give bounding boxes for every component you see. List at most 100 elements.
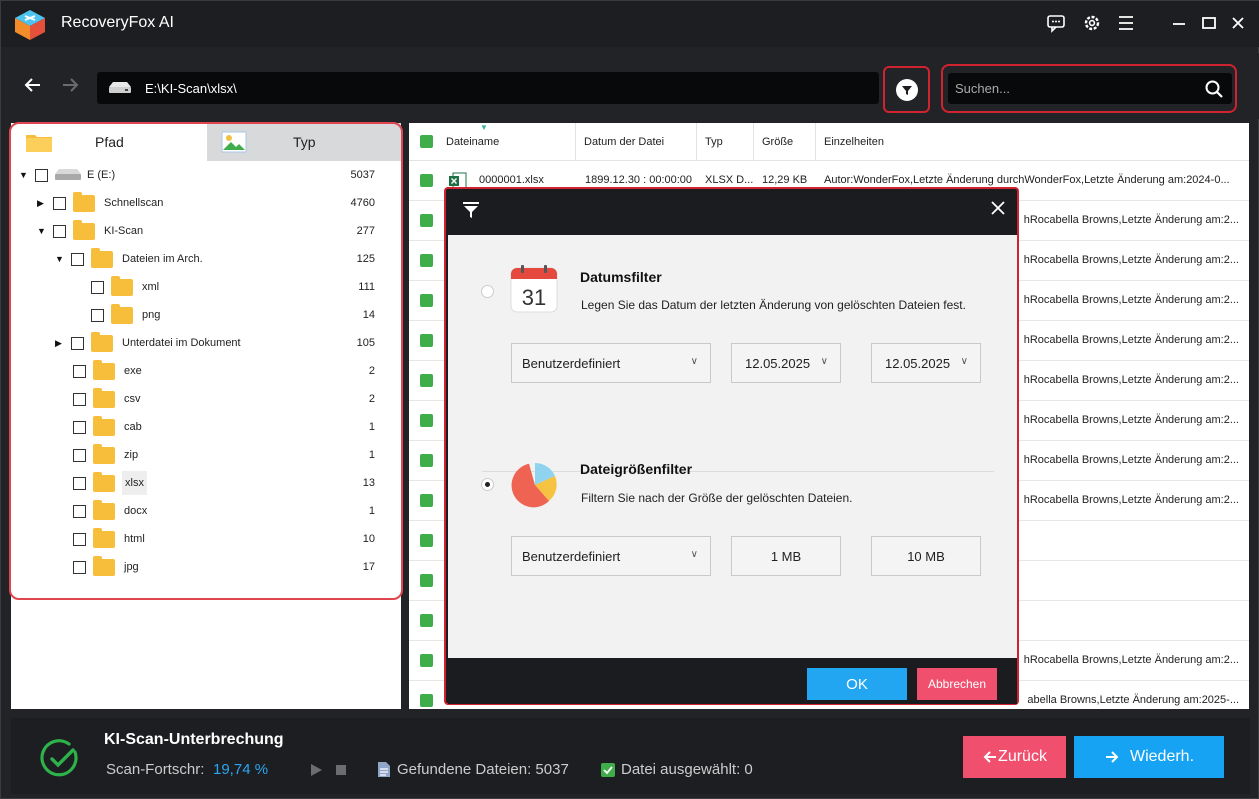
size-preset-dropdown[interactable]: Benutzerdefiniert ∨ [511,536,711,576]
row-checkbox[interactable] [420,374,433,387]
app-window: RecoveryFox AI E:\KI-Scan\xlsx\ Suchen..… [0,0,1259,799]
stop-icon[interactable] [335,764,347,776]
expand-arrow-icon[interactable]: ▶ [37,198,47,209]
path-bar[interactable]: E:\KI-Scan\xlsx\ [97,72,879,104]
tree-item[interactable]: ▶ Schnellscan 4760 [37,189,401,217]
column-type[interactable]: Typ [697,123,754,161]
settings-icon[interactable] [1080,11,1104,35]
play-icon[interactable] [309,763,323,777]
folder-icon [73,191,95,212]
tree-item[interactable]: cab 1 [73,413,401,441]
tree-item[interactable]: html 10 [73,525,401,553]
row-checkbox[interactable] [420,254,433,267]
dialog-close-icon[interactable] [989,199,1007,217]
search-container [941,64,1237,113]
checkbox[interactable] [53,196,66,210]
folder-icon [93,499,115,520]
checkbox[interactable] [91,308,104,322]
column-details[interactable]: Einzelheiten [816,123,1249,161]
tree-item[interactable]: ▼ Dateien im Arch. 125 [55,245,401,273]
date-filter-title: Datumsfilter [580,269,662,285]
date-to-picker[interactable]: 12.05.2025 ∨ [871,343,981,383]
size-filter-title: Dateigrößenfilter [580,461,693,477]
checkbox[interactable] [91,280,104,294]
checkbox[interactable] [73,560,86,574]
ok-button[interactable]: OK [807,668,907,700]
collapse-arrow-icon[interactable]: ▼ [37,226,47,236]
row-checkbox[interactable] [420,654,433,667]
row-checkbox[interactable] [420,294,433,307]
collapse-arrow-icon[interactable]: ▼ [19,170,29,180]
tree-item[interactable]: zip 1 [73,441,401,469]
checkbox[interactable] [73,532,86,546]
tree-item-count: 17 [362,561,375,573]
row-checkbox[interactable] [420,694,433,707]
forward-arrow-icon[interactable] [58,75,82,99]
row-checkbox[interactable] [420,414,433,427]
checkbox[interactable] [73,392,86,406]
folder-icon [93,443,115,464]
tree-item-label: xlsx [122,471,147,495]
tree-item[interactable]: docx 1 [73,497,401,525]
folder-icon [93,415,115,436]
checkbox[interactable] [71,252,84,266]
search-icon[interactable] [1204,79,1224,99]
chevron-down-icon: ∨ [820,356,828,367]
tree-item-label: zip [124,449,139,461]
checkbox[interactable] [53,224,66,238]
column-size[interactable]: Größe [754,123,816,161]
menu-icon[interactable] [1114,11,1138,35]
tree-item[interactable]: ▼ E (E:) 5037 [19,161,401,189]
feedback-icon[interactable] [1044,11,1068,35]
collapse-arrow-icon[interactable]: ▼ [55,254,65,264]
checkbox[interactable] [35,168,48,182]
search-input[interactable] [948,73,1198,104]
tab-type[interactable]: Typ [207,123,401,161]
resume-button[interactable]: Wiederh. [1074,736,1224,778]
scan-progress-label: Scan-Fortschr: [106,761,205,778]
row-checkbox[interactable] [420,494,433,507]
checkbox[interactable] [73,420,86,434]
maximize-icon[interactable] [1197,11,1221,35]
tab-path[interactable]: Pfad [11,123,207,161]
tree-item[interactable]: png 14 [91,301,401,329]
tree-item[interactable]: ▶ Unterdatei im Dokument 105 [55,329,401,357]
row-checkbox[interactable] [420,614,433,627]
filter-button[interactable] [883,66,930,113]
close-icon[interactable] [1226,11,1250,35]
date-preset-dropdown[interactable]: Benutzerdefiniert ∨ [511,343,711,383]
tree-item[interactable]: ▼ KI-Scan 277 [37,217,401,245]
checkbox[interactable] [73,364,86,378]
max-size-input[interactable]: 10 MB [871,536,981,576]
minimize-icon[interactable] [1167,11,1191,35]
checkbox[interactable] [73,448,86,462]
checkbox[interactable] [73,476,86,490]
row-checkbox[interactable] [420,174,433,187]
row-checkbox[interactable] [420,574,433,587]
date-filter-radio[interactable] [481,285,494,298]
tree-item[interactable]: xml 111 [91,273,401,301]
file-details: hRocabella Browns,Letzte Änderung am:2..… [1023,654,1239,666]
column-date[interactable]: Datum der Datei [576,123,697,161]
date-from-picker[interactable]: 12.05.2025 ∨ [731,343,841,383]
tree-item[interactable]: xlsx 13 [73,469,401,497]
min-size-input[interactable]: 1 MB [731,536,841,576]
select-all-checkbox[interactable] [420,135,433,148]
checkbox[interactable] [73,504,86,518]
tree-item[interactable]: jpg 17 [73,553,401,581]
drive-icon [55,169,81,180]
row-checkbox[interactable] [420,334,433,347]
back-button[interactable]: Zurück [963,736,1066,778]
tree-item-count: 13 [362,477,375,489]
row-checkbox[interactable] [420,454,433,467]
size-filter-radio[interactable] [481,478,494,491]
row-checkbox[interactable] [420,214,433,227]
tree-item[interactable]: csv 2 [73,385,401,413]
expand-arrow-icon[interactable]: ▶ [55,338,65,349]
back-arrow-icon[interactable] [21,75,45,99]
cancel-button[interactable]: Abbrechen [917,668,997,700]
tree-item[interactable]: exe 2 [73,357,401,385]
column-name[interactable]: Dateiname ▼ [438,123,576,161]
checkbox[interactable] [71,336,84,350]
row-checkbox[interactable] [420,534,433,547]
